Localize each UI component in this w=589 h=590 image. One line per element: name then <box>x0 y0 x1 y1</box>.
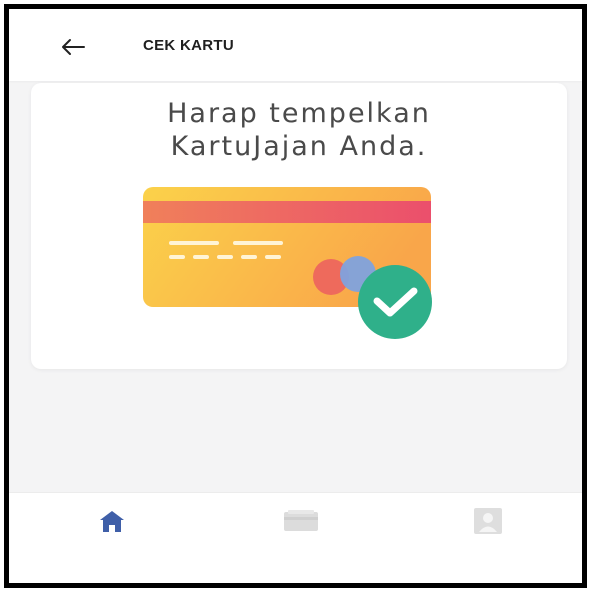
home-icon <box>100 511 124 532</box>
card-dash <box>193 255 209 259</box>
profile-icon <box>474 508 502 534</box>
card-line <box>233 241 283 245</box>
nav-card-button[interactable] <box>279 505 323 537</box>
check-badge <box>358 265 432 339</box>
top-app-bar: CEK KARTU <box>9 9 582 81</box>
card-band <box>143 201 431 223</box>
nav-home-button[interactable] <box>90 505 134 537</box>
tap-card-panel: Harap tempelkan KartuJajan Anda. <box>31 83 567 369</box>
card-icon <box>284 510 318 531</box>
card-dash <box>217 255 233 259</box>
nav-profile-button[interactable] <box>466 505 510 537</box>
card-dash <box>265 255 281 259</box>
card-line <box>169 241 219 245</box>
page-title: CEK KARTU <box>143 37 235 54</box>
instruction-line-2: KartuJajan Anda. <box>170 131 428 162</box>
bottom-navigation <box>9 492 582 583</box>
instruction-text: Harap tempelkan KartuJajan Anda. <box>31 97 567 163</box>
arrow-left-icon <box>62 39 85 55</box>
back-button[interactable] <box>57 34 89 60</box>
card-dash <box>169 255 185 259</box>
card-dash <box>241 255 257 259</box>
instruction-line-1: Harap tempelkan <box>167 98 431 129</box>
app-screen: CEK KARTU Harap tempelkan KartuJajan And… <box>4 4 587 588</box>
card-tap-check-illustration <box>143 187 432 339</box>
